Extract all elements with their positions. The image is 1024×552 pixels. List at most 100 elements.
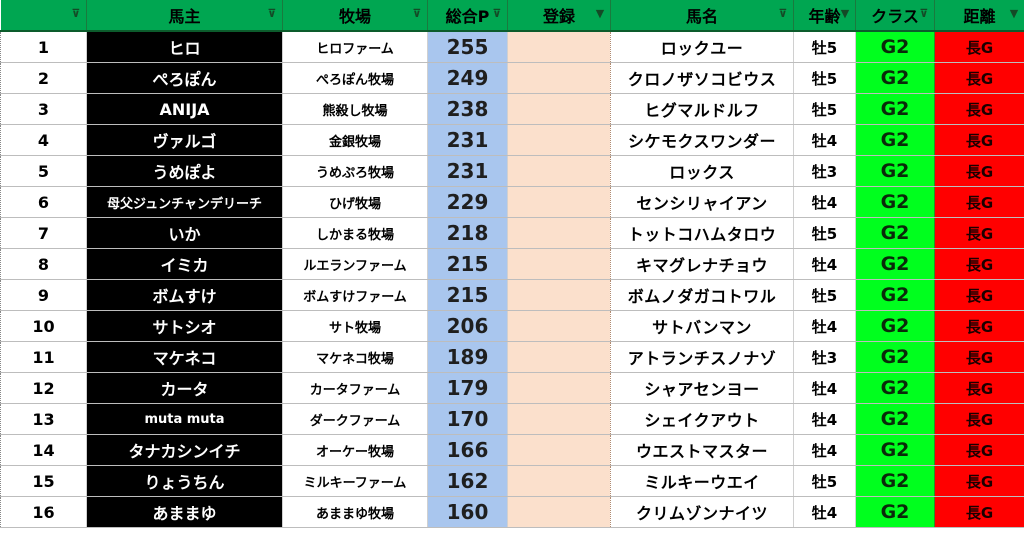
cell-distance[interactable]: 長G: [934, 248, 1024, 280]
cell-rank[interactable]: 9: [0, 279, 87, 311]
cell-rank[interactable]: 12: [0, 372, 87, 404]
cell-registration[interactable]: [507, 248, 611, 280]
column-header-points[interactable]: 総合P ⊽: [427, 0, 508, 32]
cell-class[interactable]: G2: [855, 155, 935, 187]
table-row[interactable]: 12 カータ カータファーム 179 シャアセンヨー 牡4 G2 長G: [0, 372, 1024, 404]
column-header-registration[interactable]: 登録 ▼: [507, 0, 611, 32]
cell-owner[interactable]: うめぽよ: [86, 155, 283, 187]
cell-owner[interactable]: カータ: [86, 372, 283, 404]
table-row[interactable]: 13 muta muta ダークファーム 170 シェイクアウト 牡4 G2 長G: [0, 403, 1024, 435]
sort-filter-icon[interactable]: ⊽: [490, 7, 504, 21]
cell-farm[interactable]: カータファーム: [282, 372, 428, 404]
column-header-farm[interactable]: 牧場 ⊽: [282, 0, 428, 32]
cell-horse[interactable]: ボムノダガコトワル: [610, 279, 794, 311]
table-row[interactable]: 8 イミカ ルエランファーム 215 キマグレナチョウ 牡4 G2 長G: [0, 248, 1024, 280]
cell-farm[interactable]: うめぷろ牧場: [282, 155, 428, 187]
cell-points[interactable]: 215: [427, 248, 508, 280]
cell-registration[interactable]: [507, 434, 611, 466]
sort-filter-icon[interactable]: ⊽: [776, 7, 790, 21]
sort-filter-icon[interactable]: ⊽: [265, 7, 279, 21]
cell-horse[interactable]: ロックユー: [610, 30, 794, 63]
cell-registration[interactable]: [507, 403, 611, 435]
cell-owner[interactable]: muta muta: [86, 403, 283, 435]
cell-owner[interactable]: イミカ: [86, 248, 283, 280]
cell-farm[interactable]: ミルキーファーム: [282, 465, 428, 497]
cell-distance[interactable]: 長G: [934, 310, 1024, 342]
cell-owner[interactable]: ぺろぽん: [86, 62, 283, 94]
cell-points[interactable]: 189: [427, 341, 508, 373]
cell-owner[interactable]: いか: [86, 217, 283, 249]
cell-registration[interactable]: [507, 62, 611, 94]
cell-farm[interactable]: ヒロファーム: [282, 30, 428, 63]
cell-distance[interactable]: 長G: [934, 124, 1024, 156]
cell-horse[interactable]: ウエストマスター: [610, 434, 794, 466]
cell-farm[interactable]: あままゆ牧場: [282, 496, 428, 528]
cell-class[interactable]: G2: [855, 30, 935, 63]
cell-class[interactable]: G2: [855, 341, 935, 373]
cell-horse[interactable]: トットコハムタロウ: [610, 217, 794, 249]
cell-age[interactable]: 牡4: [793, 124, 856, 156]
cell-points[interactable]: 249: [427, 62, 508, 94]
cell-registration[interactable]: [507, 217, 611, 249]
cell-registration[interactable]: [507, 496, 611, 528]
cell-owner[interactable]: ANIJA: [86, 93, 283, 125]
cell-distance[interactable]: 長G: [934, 155, 1024, 187]
cell-rank[interactable]: 7: [0, 217, 87, 249]
cell-age[interactable]: 牡5: [793, 279, 856, 311]
cell-horse[interactable]: キマグレナチョウ: [610, 248, 794, 280]
cell-age[interactable]: 牡4: [793, 186, 856, 218]
cell-age[interactable]: 牡4: [793, 434, 856, 466]
cell-class[interactable]: G2: [855, 217, 935, 249]
cell-distance[interactable]: 長G: [934, 434, 1024, 466]
column-header-age[interactable]: 年齢 ▼: [793, 0, 856, 32]
column-header-owner[interactable]: 馬主 ⊽: [86, 0, 283, 32]
cell-owner[interactable]: りょうちん: [86, 465, 283, 497]
cell-distance[interactable]: 長G: [934, 186, 1024, 218]
cell-age[interactable]: 牡4: [793, 372, 856, 404]
cell-age[interactable]: 牡4: [793, 496, 856, 528]
cell-horse[interactable]: ロックス: [610, 155, 794, 187]
cell-points[interactable]: 162: [427, 465, 508, 497]
cell-rank[interactable]: 1: [0, 30, 87, 63]
cell-distance[interactable]: 長G: [934, 372, 1024, 404]
cell-class[interactable]: G2: [855, 62, 935, 94]
cell-class[interactable]: G2: [855, 403, 935, 435]
cell-points[interactable]: 218: [427, 217, 508, 249]
cell-age[interactable]: 牡4: [793, 310, 856, 342]
filter-active-icon[interactable]: ▼: [593, 7, 607, 21]
cell-rank[interactable]: 5: [0, 155, 87, 187]
cell-horse[interactable]: ミルキーウエイ: [610, 465, 794, 497]
cell-age[interactable]: 牡5: [793, 93, 856, 125]
cell-points[interactable]: 229: [427, 186, 508, 218]
cell-rank[interactable]: 3: [0, 93, 87, 125]
cell-rank[interactable]: 11: [0, 341, 87, 373]
cell-owner[interactable]: サトシオ: [86, 310, 283, 342]
cell-owner[interactable]: あままゆ: [86, 496, 283, 528]
cell-rank[interactable]: 8: [0, 248, 87, 280]
sort-filter-icon[interactable]: ⊽: [69, 7, 83, 21]
cell-distance[interactable]: 長G: [934, 403, 1024, 435]
cell-horse[interactable]: センシリャイアン: [610, 186, 794, 218]
cell-points[interactable]: 160: [427, 496, 508, 528]
cell-farm[interactable]: ボムすけファーム: [282, 279, 428, 311]
cell-owner[interactable]: 母父ジュンチャンデリーチ: [86, 186, 283, 218]
cell-owner[interactable]: ボムすけ: [86, 279, 283, 311]
cell-horse[interactable]: ヒグマルドルフ: [610, 93, 794, 125]
cell-points[interactable]: 231: [427, 124, 508, 156]
cell-farm[interactable]: ひげ牧場: [282, 186, 428, 218]
cell-age[interactable]: 牡3: [793, 341, 856, 373]
cell-farm[interactable]: 熊殺し牧場: [282, 93, 428, 125]
cell-registration[interactable]: [507, 341, 611, 373]
table-row[interactable]: 10 サトシオ サト牧場 206 サトバンマン 牡4 G2 長G: [0, 310, 1024, 342]
cell-points[interactable]: 170: [427, 403, 508, 435]
sort-filter-icon[interactable]: ⊽: [917, 7, 931, 21]
cell-registration[interactable]: [507, 465, 611, 497]
cell-rank[interactable]: 14: [0, 434, 87, 466]
cell-rank[interactable]: 6: [0, 186, 87, 218]
cell-registration[interactable]: [507, 372, 611, 404]
cell-age[interactable]: 牡5: [793, 465, 856, 497]
cell-rank[interactable]: 13: [0, 403, 87, 435]
cell-points[interactable]: 166: [427, 434, 508, 466]
cell-age[interactable]: 牡5: [793, 30, 856, 63]
cell-horse[interactable]: シケモクスワンダー: [610, 124, 794, 156]
